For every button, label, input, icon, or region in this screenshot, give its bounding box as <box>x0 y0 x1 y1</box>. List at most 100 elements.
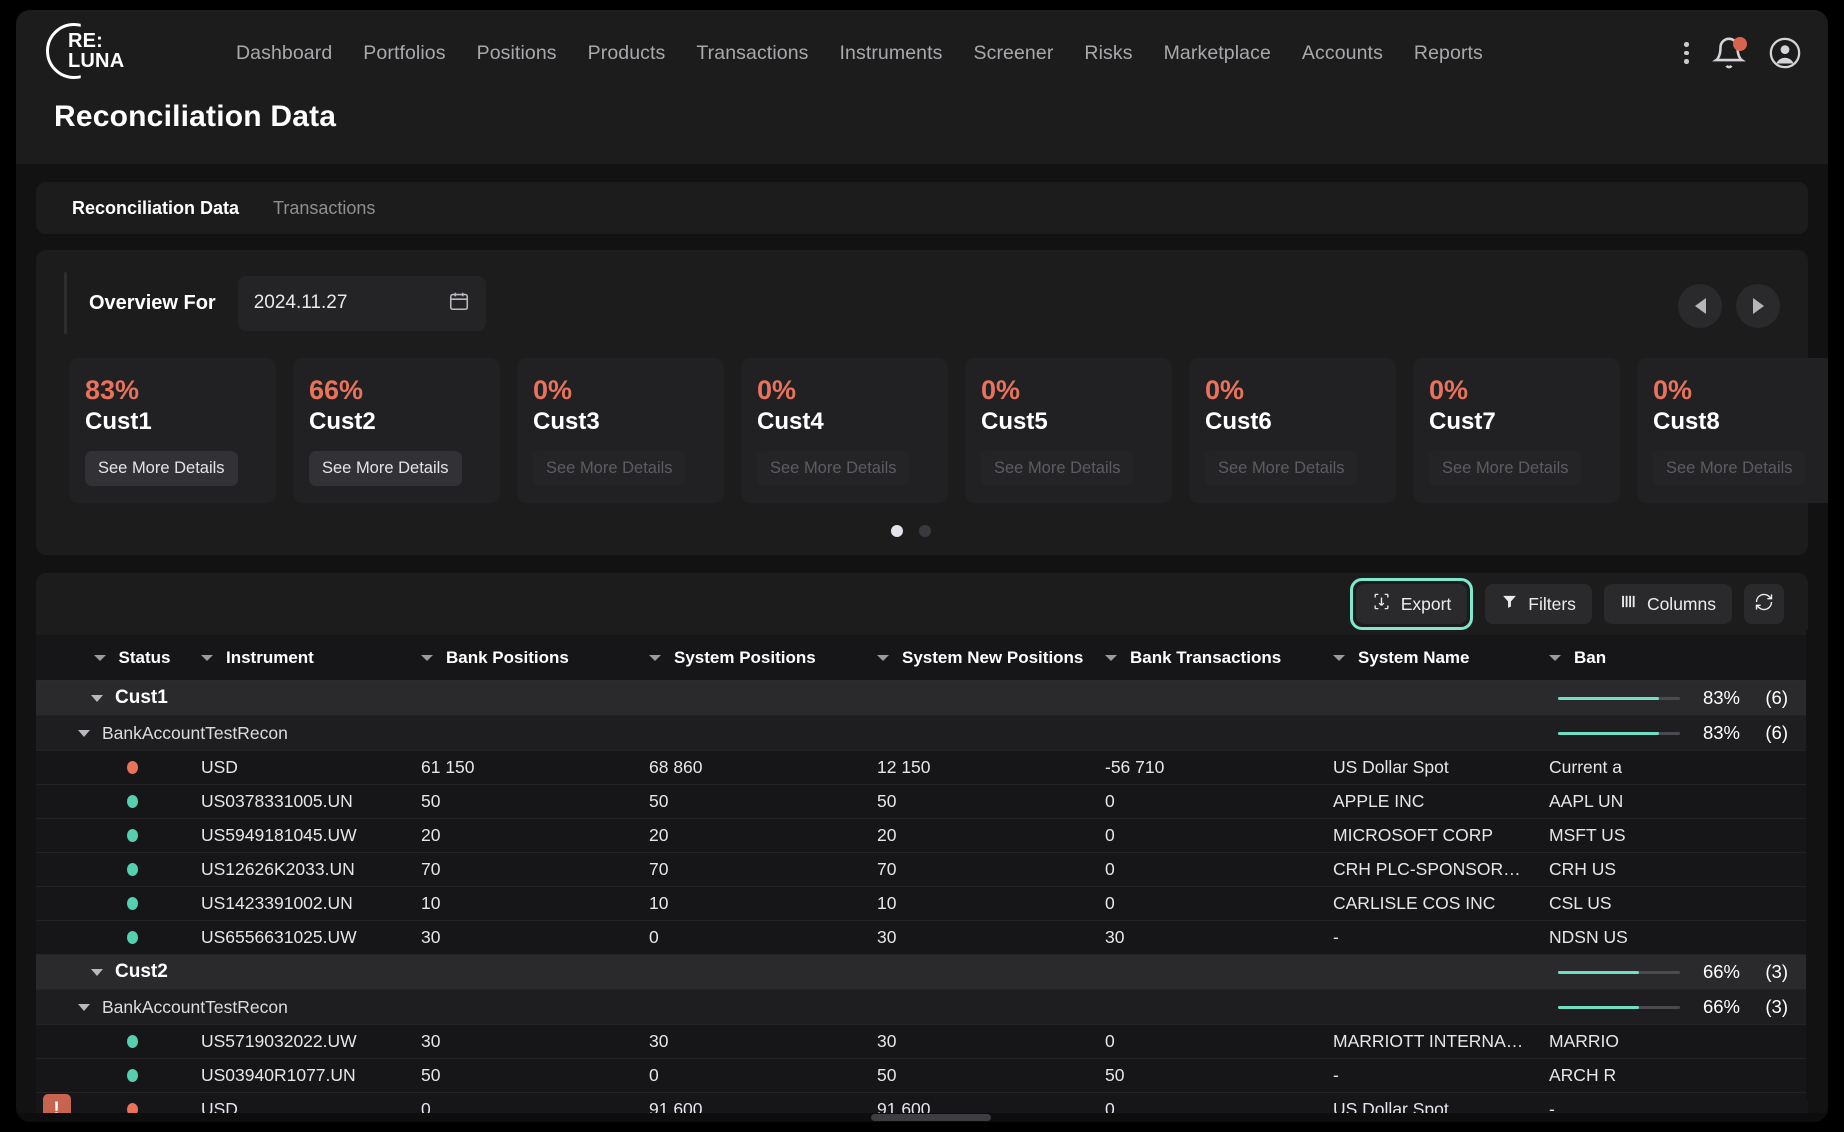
nav-item-screener[interactable]: Screener <box>973 42 1053 65</box>
customer-percentage: 0% <box>757 375 932 405</box>
status-indicator <box>77 1035 187 1048</box>
customer-card[interactable]: 0% Cust4 See More Details <box>741 358 948 503</box>
status-indicator <box>77 897 187 910</box>
group-label: Cust1 <box>115 687 168 709</box>
pagination-dot[interactable] <box>919 525 931 537</box>
table-row[interactable]: US5949181045.UW2020200MICROSOFT CORPMSFT… <box>36 819 1808 853</box>
column-header-system-new-positions[interactable]: System New Positions <box>863 648 1091 668</box>
tab-transactions[interactable]: Transactions <box>273 198 375 219</box>
table-row[interactable]: US1423391002.UN1010100CARLISLE COS INCCS… <box>36 887 1808 921</box>
column-header-bank-positions[interactable]: Bank Positions <box>407 648 635 668</box>
customer-card[interactable]: 0% Cust3 See More Details <box>517 358 724 503</box>
overview-label: Overview For <box>89 292 216 315</box>
customer-card[interactable]: 0% Cust6 See More Details <box>1189 358 1396 503</box>
bell-icon[interactable] <box>1712 36 1746 70</box>
customer-card[interactable]: 0% Cust7 See More Details <box>1413 358 1620 503</box>
tab-reconciliation-data[interactable]: Reconciliation Data <box>72 198 239 219</box>
chevron-down-icon[interactable] <box>91 969 103 976</box>
cell-instrument: US5719032022.UW <box>187 1031 407 1052</box>
see-more-details-button: See More Details <box>1205 451 1358 486</box>
nav-item-portfolios[interactable]: Portfolios <box>363 42 445 65</box>
filter-icon <box>1501 593 1518 615</box>
chevron-down-icon[interactable] <box>78 1004 90 1011</box>
progress-fill <box>1558 1006 1639 1009</box>
cell-system-name: - <box>1319 1065 1535 1086</box>
nav-item-transactions[interactable]: Transactions <box>696 42 808 65</box>
cell-bank-name: AAPL UN <box>1535 791 1695 812</box>
cell-system-positions: 70 <box>635 859 863 880</box>
nav-item-reports[interactable]: Reports <box>1414 42 1483 65</box>
customer-name: Cust3 <box>533 407 708 437</box>
chevron-down-icon <box>1333 655 1345 661</box>
reconciliation-grid: Status Instrument Bank Positions System … <box>36 635 1808 1122</box>
customer-card[interactable]: 0% Cust5 See More Details <box>965 358 1172 503</box>
column-header-label: Bank Positions <box>446 648 569 668</box>
column-header-instrument[interactable]: Instrument <box>187 648 407 668</box>
group-row-customer[interactable]: Cust1 83%(6) <box>36 681 1808 716</box>
horizontal-scrollbar[interactable] <box>16 1113 1828 1122</box>
top-navigation-bar: RE: LUNA Dashboard Portfolios Positions … <box>16 10 1828 96</box>
table-row[interactable]: US0378331005.UN5050500APPLE INCAAPL UN <box>36 785 1808 819</box>
customer-card[interactable]: 83% Cust1 See More Details <box>69 358 276 503</box>
nav-item-accounts[interactable]: Accounts <box>1302 42 1383 65</box>
more-vertical-icon[interactable] <box>1678 38 1690 68</box>
cell-system-new-positions: 10 <box>863 893 1091 914</box>
customer-card[interactable]: 0% Cust8 See More Details <box>1637 358 1828 503</box>
customer-card[interactable]: 66% Cust2 See More Details <box>293 358 500 503</box>
table-row[interactable]: US03940R1077.UN5005050-ARCH R <box>36 1059 1808 1093</box>
brand-logo[interactable]: RE: LUNA <box>46 23 196 83</box>
chevron-left-icon <box>1695 298 1706 314</box>
chevron-down-icon <box>94 655 106 661</box>
column-header-system-name[interactable]: System Name <box>1319 648 1535 668</box>
nav-item-dashboard[interactable]: Dashboard <box>236 42 332 65</box>
chevron-down-icon[interactable] <box>78 730 90 737</box>
column-header-system-positions[interactable]: System Positions <box>635 648 863 668</box>
refresh-button[interactable] <box>1744 584 1784 624</box>
group-row-account[interactable]: BankAccountTestRecon83%(6) <box>36 716 1808 751</box>
cell-bank-positions: 20 <box>407 825 635 846</box>
table-row[interactable]: USD61 15068 86012 150-56 710US Dollar Sp… <box>36 751 1808 785</box>
table-row[interactable]: US5719032022.UW3030300MARRIOTT INTERNA…M… <box>36 1025 1808 1059</box>
customer-cards-row: 83% Cust1 See More Details 66% Cust2 See… <box>36 334 1786 503</box>
cell-bank-positions: 70 <box>407 859 635 880</box>
cell-bank-transactions: 0 <box>1091 893 1319 914</box>
export-button[interactable]: Export <box>1356 584 1468 624</box>
column-header-bank-transactions[interactable]: Bank Transactions <box>1091 648 1319 668</box>
pagination-dot[interactable] <box>891 525 903 537</box>
see-more-details-button[interactable]: See More Details <box>85 451 238 486</box>
user-avatar-icon[interactable] <box>1768 36 1802 70</box>
group-row-account[interactable]: BankAccountTestRecon66%(3) <box>36 990 1808 1025</box>
overview-header: Overview For 2024.11.27 <box>36 272 1786 334</box>
nav-item-marketplace[interactable]: Marketplace <box>1164 42 1271 65</box>
chevron-down-icon[interactable] <box>91 695 103 702</box>
column-header-bank-name[interactable]: Ban <box>1535 648 1695 668</box>
date-picker-input[interactable]: 2024.11.27 <box>238 276 486 331</box>
nav-item-products[interactable]: Products <box>588 42 666 65</box>
filters-button[interactable]: Filters <box>1485 584 1592 624</box>
nav-item-positions[interactable]: Positions <box>477 42 557 65</box>
see-more-details-button[interactable]: See More Details <box>309 451 462 486</box>
export-icon <box>1372 592 1391 616</box>
group-row-customer[interactable]: Cust266%(3) <box>36 955 1808 990</box>
group-progress: 83%(6) <box>1558 687 1808 709</box>
overview-panel: Overview For 2024.11.27 83% Cust1 See Mo… <box>36 250 1808 555</box>
scrollbar-thumb[interactable] <box>871 1114 991 1121</box>
nav-item-risks[interactable]: Risks <box>1084 42 1132 65</box>
logo-line-2: LUNA <box>68 51 124 71</box>
logo-mark-icon: RE: LUNA <box>46 23 110 83</box>
table-row[interactable]: US6556631025.UW3003030-NDSN US <box>36 921 1808 955</box>
nav-item-instruments[interactable]: Instruments <box>840 42 943 65</box>
progress-track <box>1558 971 1680 974</box>
page-header: Reconciliation Data <box>16 96 1828 164</box>
table-row[interactable]: US12626K2033.UN7070700CRH PLC-SPONSOR…CR… <box>36 853 1808 887</box>
carousel-next-button[interactable] <box>1736 284 1780 328</box>
column-header-status[interactable]: Status <box>77 648 187 668</box>
cell-instrument: US03940R1077.UN <box>187 1065 407 1086</box>
group-progress: 83%(6) <box>1558 722 1808 744</box>
carousel-prev-button[interactable] <box>1678 284 1722 328</box>
columns-button[interactable]: Columns <box>1604 584 1732 624</box>
date-value: 2024.11.27 <box>254 292 448 314</box>
progress-fill <box>1558 732 1659 735</box>
cell-system-name: - <box>1319 927 1535 948</box>
cell-system-new-positions: 50 <box>863 791 1091 812</box>
